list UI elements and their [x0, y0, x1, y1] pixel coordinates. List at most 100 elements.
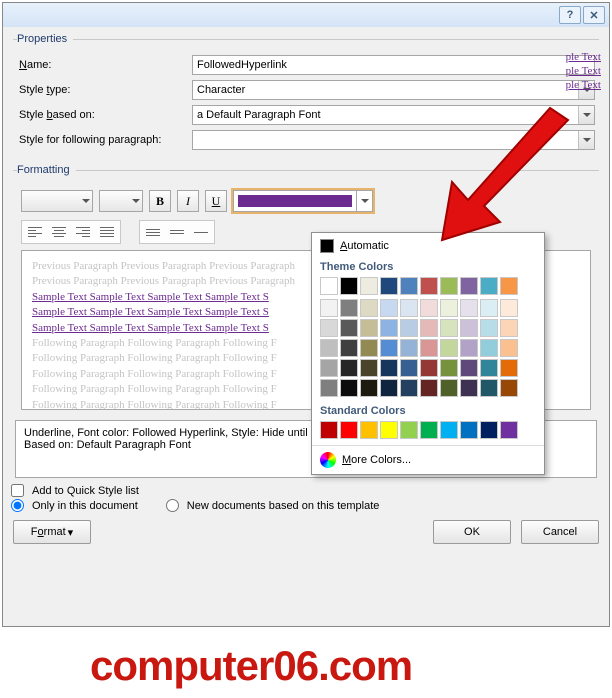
color-swatch[interactable]: [480, 421, 498, 439]
color-swatch[interactable]: [320, 359, 338, 377]
color-swatch[interactable]: [480, 359, 498, 377]
line-spacing-1-button[interactable]: [141, 222, 165, 242]
cancel-button[interactable]: Cancel: [521, 520, 599, 544]
color-swatch[interactable]: [360, 299, 378, 317]
color-swatch[interactable]: [380, 319, 398, 337]
color-swatch[interactable]: [340, 277, 358, 295]
color-swatch[interactable]: [360, 421, 378, 439]
color-swatch[interactable]: [340, 359, 358, 377]
color-swatch[interactable]: [440, 277, 458, 295]
color-swatch[interactable]: [340, 339, 358, 357]
italic-button[interactable]: I: [177, 190, 199, 212]
color-swatch[interactable]: [320, 339, 338, 357]
color-swatch[interactable]: [460, 339, 478, 357]
more-colors-row[interactable]: More Colors...: [312, 445, 544, 474]
color-swatch[interactable]: [440, 421, 458, 439]
align-center-button[interactable]: [47, 222, 71, 242]
color-swatch[interactable]: [380, 421, 398, 439]
color-swatch[interactable]: [360, 359, 378, 377]
color-swatch[interactable]: [440, 339, 458, 357]
color-swatch[interactable]: [400, 379, 418, 397]
name-input[interactable]: [192, 55, 595, 75]
color-swatch[interactable]: [380, 299, 398, 317]
color-swatch[interactable]: [400, 319, 418, 337]
color-swatch[interactable]: [320, 319, 338, 337]
format-menu-button[interactable]: Format ▾: [13, 520, 91, 544]
color-swatch[interactable]: [340, 299, 358, 317]
color-swatch[interactable]: [400, 359, 418, 377]
color-swatch[interactable]: [420, 277, 438, 295]
color-swatch[interactable]: [440, 319, 458, 337]
line-spacing-2-button[interactable]: [165, 222, 189, 242]
color-swatch[interactable]: [420, 421, 438, 439]
quick-style-checkbox[interactable]: [11, 484, 24, 497]
color-swatch[interactable]: [480, 379, 498, 397]
line-spacing-3-button[interactable]: [189, 222, 213, 242]
color-swatch[interactable]: [400, 421, 418, 439]
color-swatch[interactable]: [460, 277, 478, 295]
color-swatch[interactable]: [400, 299, 418, 317]
underline-button[interactable]: U: [205, 190, 227, 212]
color-swatch[interactable]: [320, 379, 338, 397]
color-swatch[interactable]: [480, 277, 498, 295]
color-swatch[interactable]: [420, 359, 438, 377]
color-swatch[interactable]: [480, 319, 498, 337]
color-swatch[interactable]: [440, 299, 458, 317]
color-swatch[interactable]: [360, 339, 378, 357]
align-right-button[interactable]: [71, 222, 95, 242]
color-swatch[interactable]: [500, 379, 518, 397]
font-color-dropdown[interactable]: [233, 190, 373, 212]
based-on-dropdown[interactable]: a Default Paragraph Font: [192, 105, 595, 125]
font-size-dropdown[interactable]: [99, 190, 143, 212]
based-on-label: Style based on:: [17, 109, 192, 121]
new-docs-radio[interactable]: [166, 499, 179, 512]
color-swatch[interactable]: [440, 379, 458, 397]
color-swatch[interactable]: [440, 359, 458, 377]
color-swatch[interactable]: [340, 319, 358, 337]
color-swatch[interactable]: [420, 319, 438, 337]
align-left-button[interactable]: [23, 222, 47, 242]
following-para-dropdown[interactable]: [192, 130, 595, 150]
color-swatch[interactable]: [380, 359, 398, 377]
color-swatch[interactable]: [500, 421, 518, 439]
color-swatch[interactable]: [380, 339, 398, 357]
color-swatch[interactable]: [380, 379, 398, 397]
color-swatch[interactable]: [320, 277, 338, 295]
automatic-color-row[interactable]: Automatic: [312, 233, 544, 259]
color-swatch[interactable]: [320, 299, 338, 317]
font-name-dropdown[interactable]: [21, 190, 93, 212]
color-swatch[interactable]: [340, 421, 358, 439]
color-swatch[interactable]: [360, 379, 378, 397]
color-swatch[interactable]: [460, 379, 478, 397]
color-swatch[interactable]: [380, 277, 398, 295]
color-swatch[interactable]: [460, 421, 478, 439]
color-swatch[interactable]: [340, 379, 358, 397]
color-swatch[interactable]: [500, 277, 518, 295]
color-swatch[interactable]: [460, 299, 478, 317]
color-swatch[interactable]: [480, 339, 498, 357]
style-type-dropdown[interactable]: Character: [192, 80, 595, 100]
color-swatch[interactable]: [360, 319, 378, 337]
color-swatch[interactable]: [460, 319, 478, 337]
ok-button[interactable]: OK: [433, 520, 511, 544]
color-swatch[interactable]: [460, 359, 478, 377]
color-swatch[interactable]: [420, 339, 438, 357]
close-button[interactable]: ✕: [583, 6, 605, 24]
color-swatch[interactable]: [480, 299, 498, 317]
color-swatch[interactable]: [420, 379, 438, 397]
color-swatch[interactable]: [500, 319, 518, 337]
bold-button[interactable]: B: [149, 190, 171, 212]
theme-colors-grid: [320, 277, 536, 295]
only-this-doc-radio[interactable]: [11, 499, 24, 512]
help-button[interactable]: ?: [559, 6, 581, 24]
align-justify-button[interactable]: [95, 222, 119, 242]
chevron-down-icon: [82, 199, 90, 203]
color-swatch[interactable]: [500, 339, 518, 357]
color-swatch[interactable]: [400, 277, 418, 295]
color-swatch[interactable]: [420, 299, 438, 317]
color-swatch[interactable]: [500, 359, 518, 377]
color-swatch[interactable]: [360, 277, 378, 295]
color-swatch[interactable]: [320, 421, 338, 439]
color-swatch[interactable]: [400, 339, 418, 357]
color-swatch[interactable]: [500, 299, 518, 317]
